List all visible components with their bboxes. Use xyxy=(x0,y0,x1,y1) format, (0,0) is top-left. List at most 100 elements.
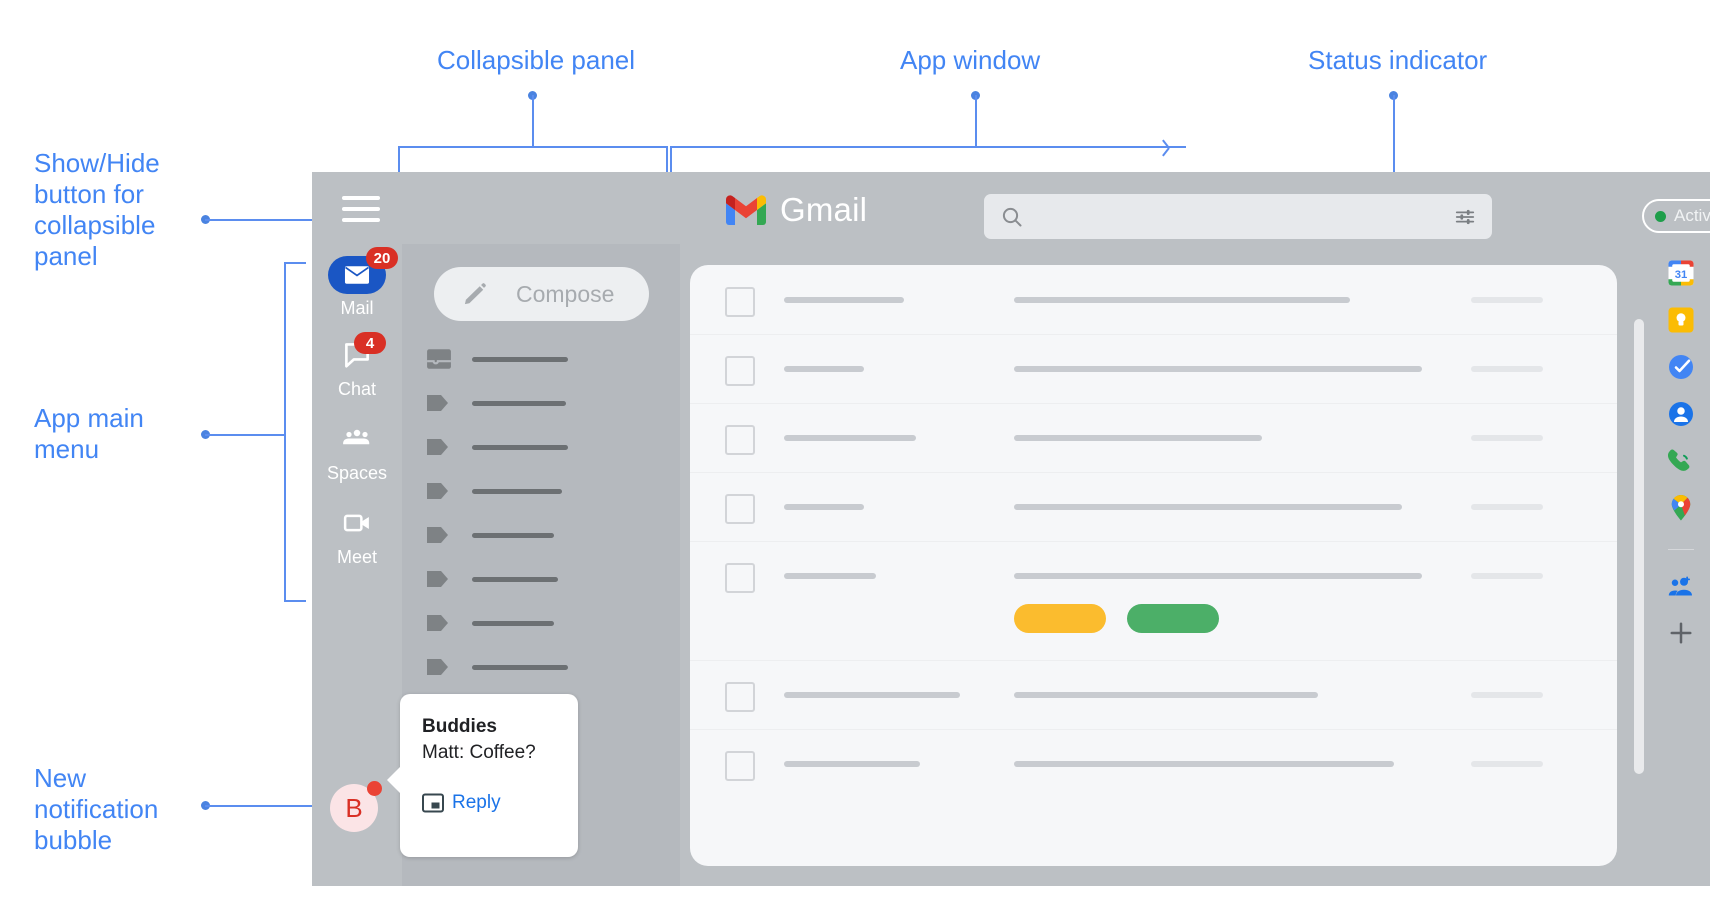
row-checkbox[interactable] xyxy=(725,751,755,781)
annotation-app-main-menu: App main menu xyxy=(34,403,144,464)
bracket-appmenu-t xyxy=(284,262,306,264)
sidebar-item-meet-label: Meet xyxy=(336,547,378,567)
folder-item[interactable] xyxy=(426,612,554,634)
table-row[interactable] xyxy=(690,334,1617,404)
mail-list xyxy=(690,265,1617,866)
rail-divider xyxy=(1668,549,1694,550)
label-icon xyxy=(427,439,448,455)
folder-item[interactable] xyxy=(426,480,562,502)
folder-label-placeholder xyxy=(472,532,554,538)
row-date-placeholder xyxy=(1471,761,1543,767)
leader-line-collapsible-v xyxy=(532,95,534,147)
folder-inbox[interactable] xyxy=(426,348,568,370)
row-subject-placeholder xyxy=(1014,761,1394,767)
tune-icon xyxy=(1455,209,1475,224)
annotation-show-hide-button: Show/Hide button for collapsible panel xyxy=(34,148,160,271)
notification-bubble[interactable]: Buddies Matt: Coffee? Reply xyxy=(387,694,578,857)
add-person-icon[interactable] xyxy=(1666,571,1696,601)
gmail-logo: Gmail xyxy=(726,191,867,229)
chip-green[interactable] xyxy=(1127,604,1219,633)
search-input[interactable] xyxy=(1024,194,1454,239)
maps-icon[interactable] xyxy=(1666,493,1696,523)
search-bar[interactable] xyxy=(984,194,1492,239)
row-sender-placeholder xyxy=(784,366,864,372)
sidebar-item-spaces[interactable]: Spaces xyxy=(312,424,402,484)
row-sender-placeholder xyxy=(784,297,904,303)
row-sender-placeholder xyxy=(784,761,920,767)
folder-item[interactable] xyxy=(426,436,568,458)
folder-label-placeholder xyxy=(472,444,568,450)
spaces-icon xyxy=(343,429,370,445)
row-sender-placeholder xyxy=(784,435,916,441)
row-date-placeholder xyxy=(1471,435,1543,441)
row-date-placeholder xyxy=(1471,573,1543,579)
folder-item[interactable] xyxy=(426,656,568,678)
leader-tick-collapsible-l xyxy=(398,146,400,174)
leader-line-appmenu xyxy=(205,434,285,436)
row-checkbox[interactable] xyxy=(725,563,755,593)
annotation-status-indicator: Status indicator xyxy=(1308,45,1488,75)
table-row[interactable] xyxy=(690,660,1617,730)
sidebar-item-chat[interactable]: 4 Chat xyxy=(312,332,402,400)
status-indicator[interactable]: Active xyxy=(1642,199,1710,233)
label-icon xyxy=(427,527,448,543)
menu-icon[interactable] xyxy=(342,196,380,222)
calendar-icon[interactable]: 31 xyxy=(1666,258,1696,288)
table-row[interactable] xyxy=(690,403,1617,473)
plus-icon[interactable] xyxy=(1666,618,1696,648)
annotation-app-window: App window xyxy=(900,45,1041,75)
row-checkbox[interactable] xyxy=(725,356,755,386)
row-checkbox[interactable] xyxy=(725,287,755,317)
badge-mail: 20 xyxy=(366,247,398,269)
sidebar-item-mail[interactable]: 20 Mail xyxy=(312,247,402,319)
reply-window-icon xyxy=(422,793,444,813)
voice-icon[interactable] xyxy=(1666,446,1696,476)
pencil-icon xyxy=(464,283,486,305)
label-icon xyxy=(427,483,448,499)
reply-button[interactable]: Reply xyxy=(422,792,501,814)
leader-line-collapsible-h xyxy=(398,146,668,148)
row-checkbox[interactable] xyxy=(725,494,755,524)
folder-item[interactable] xyxy=(426,568,558,590)
leader-tick-collapsible-r xyxy=(666,146,668,174)
leader-line-appwindow-v xyxy=(975,95,977,147)
tasks-icon[interactable] xyxy=(1666,352,1696,382)
table-row[interactable] xyxy=(690,472,1617,542)
notification-message: Matt: Coffee? xyxy=(422,742,536,763)
reply-label: Reply xyxy=(452,792,501,813)
chip-yellow[interactable] xyxy=(1014,604,1106,633)
bubble-tail xyxy=(387,766,401,794)
folder-item[interactable] xyxy=(426,392,566,414)
row-date-placeholder xyxy=(1471,366,1543,372)
keep-icon[interactable] xyxy=(1666,305,1696,335)
row-date-placeholder xyxy=(1471,504,1543,510)
leader-arrow2-appwindow xyxy=(1162,147,1170,157)
status-dot-icon xyxy=(1655,210,1666,222)
compose-label: Compose xyxy=(516,280,615,307)
table-row-with-chips[interactable] xyxy=(690,541,1617,661)
badge-chat: 4 xyxy=(354,332,386,354)
folder-label-placeholder xyxy=(472,620,554,626)
gmail-m-icon xyxy=(726,194,766,225)
row-checkbox[interactable] xyxy=(725,682,755,712)
row-subject-placeholder xyxy=(1014,573,1422,579)
brand-label: Gmail xyxy=(780,191,868,228)
folder-label-placeholder xyxy=(472,664,568,670)
folder-item[interactable] xyxy=(426,524,554,546)
row-checkbox[interactable] xyxy=(725,425,755,455)
notification-unread-dot xyxy=(367,781,382,796)
row-sender-placeholder xyxy=(784,504,864,510)
table-row[interactable] xyxy=(690,729,1617,798)
leader-line-showhide xyxy=(205,219,327,221)
table-row[interactable] xyxy=(690,265,1617,335)
content-scrollbar[interactable] xyxy=(1634,319,1644,774)
status-label: Active xyxy=(1674,206,1710,225)
sidebar-item-mail-label: Mail xyxy=(340,298,374,318)
folder-label-placeholder xyxy=(472,356,568,362)
compose-button[interactable]: Compose xyxy=(434,267,649,321)
side-rail: 31 xyxy=(1652,244,1710,886)
calendar-date-label: 31 xyxy=(1675,269,1688,281)
contacts-icon[interactable] xyxy=(1666,399,1696,429)
sidebar-item-meet[interactable]: Meet xyxy=(312,508,402,568)
folder-label-placeholder xyxy=(472,400,566,406)
